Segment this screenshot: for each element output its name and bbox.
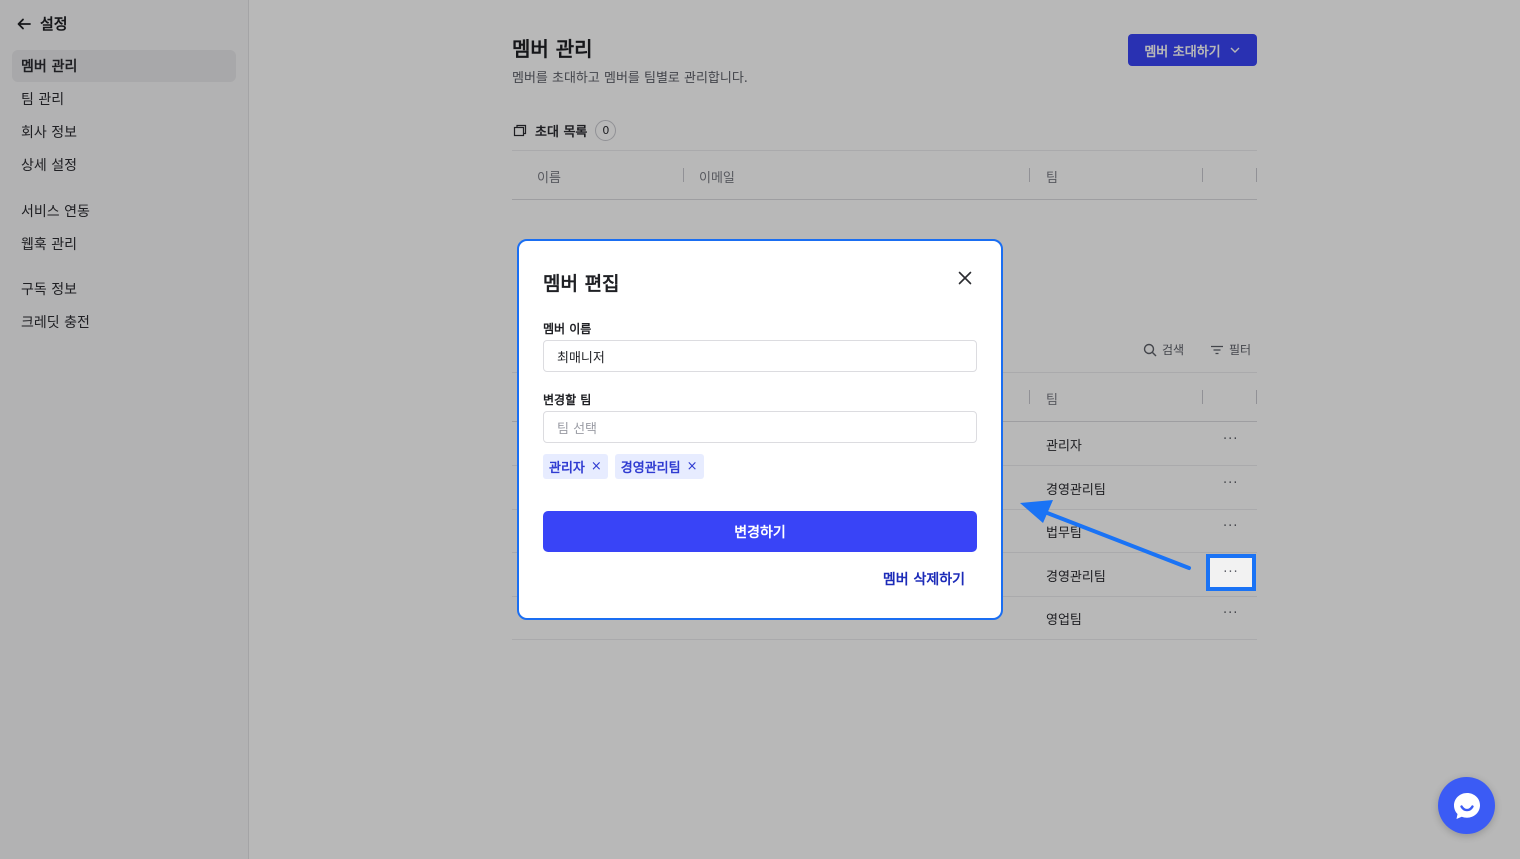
close-icon bbox=[958, 271, 972, 285]
edit-member-modal: 멤버 편집 멤버 이름 최매니저 변경할 팀 팀 선택 관리자 × 경영관리팀 … bbox=[517, 239, 1003, 620]
close-button[interactable] bbox=[956, 269, 974, 287]
more-options-glyph: ··· bbox=[1223, 565, 1239, 580]
highlighted-more-options-button[interactable]: ··· bbox=[1206, 554, 1256, 591]
modal-title: 멤버 편집 bbox=[543, 273, 620, 295]
team-chip-label: 관리자 bbox=[549, 461, 585, 476]
chip-remove-icon[interactable]: × bbox=[687, 459, 698, 474]
team-select-input[interactable]: 팀 선택 bbox=[543, 411, 977, 443]
member-name-input[interactable]: 최매니저 bbox=[543, 340, 977, 372]
chat-support-button[interactable] bbox=[1438, 777, 1495, 834]
annotation-arrow bbox=[1020, 500, 1191, 570]
team-chip-label: 경영관리팀 bbox=[620, 461, 681, 476]
team-select-label: 변경할 팀 bbox=[543, 393, 592, 407]
team-chip: 관리자 × bbox=[543, 454, 608, 479]
team-chip: 경영관리팀 × bbox=[614, 454, 704, 479]
chat-bubble-icon bbox=[1453, 792, 1480, 819]
chip-remove-icon[interactable]: × bbox=[591, 459, 602, 474]
selected-team-chips: 관리자 × 경영관리팀 × bbox=[543, 454, 704, 479]
member-name-label: 멤버 이름 bbox=[543, 322, 592, 336]
submit-change-button[interactable]: 변경하기 bbox=[543, 511, 977, 552]
delete-member-link[interactable]: 멤버 삭제하기 bbox=[883, 569, 965, 589]
